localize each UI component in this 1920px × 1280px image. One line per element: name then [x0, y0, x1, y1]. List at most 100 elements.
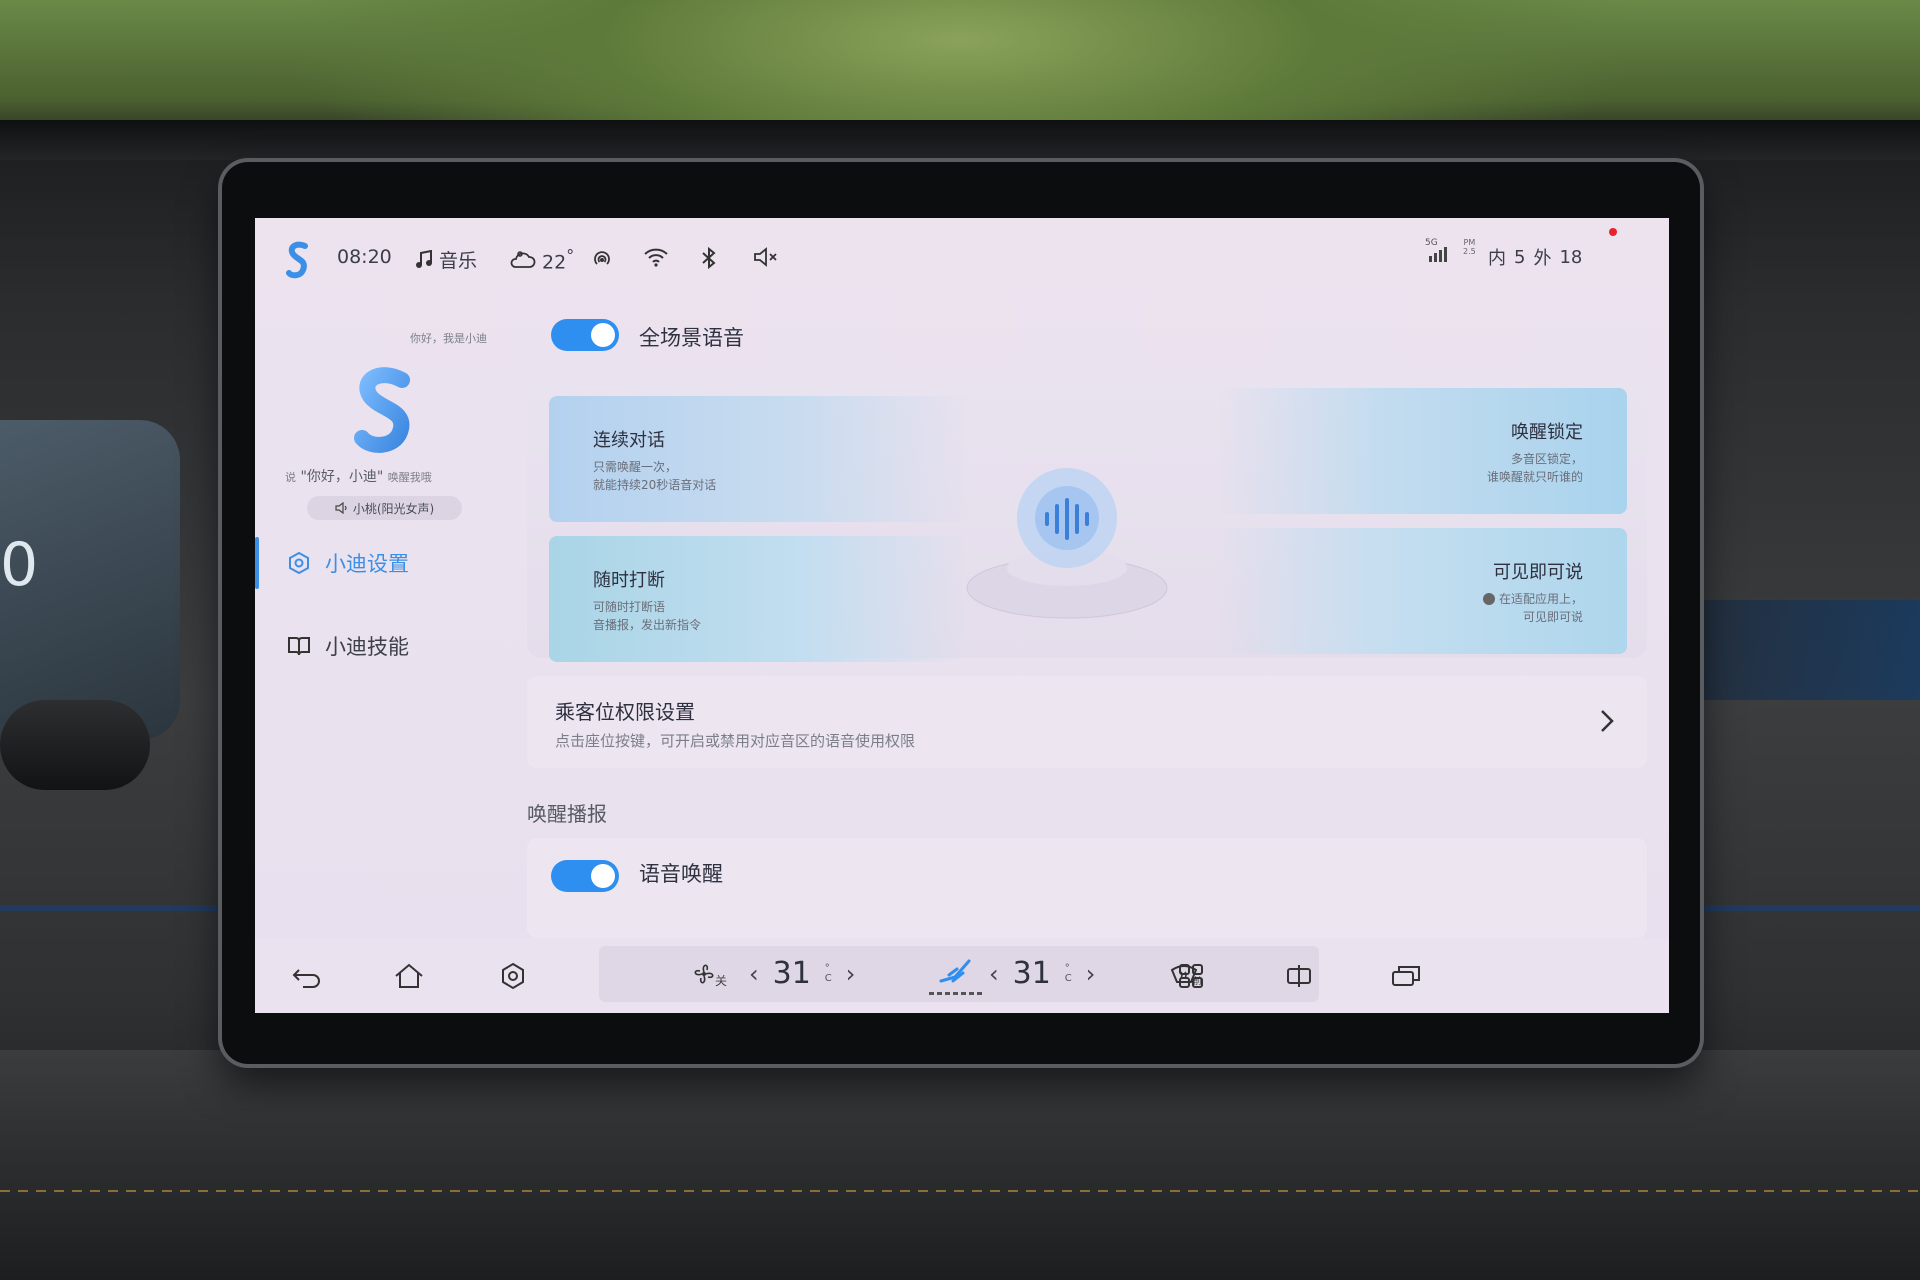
signal-indicator: 5G: [1425, 238, 1451, 264]
dashboard-stitching: [0, 1190, 1920, 1192]
wake-hint: 说 "你好，小迪" 唤醒我哦: [285, 466, 432, 486]
settings-hex-icon: [289, 551, 309, 575]
feature-card-interrupt[interactable]: 随时打断 可随时打断语 音播报，发出新指令: [549, 536, 969, 662]
feature-desc: 可随时打断语 音播报，发出新指令: [593, 598, 701, 634]
seat-heat-indicator: [929, 992, 985, 995]
temp-unit-letter: C: [824, 972, 832, 984]
feature-title: 连续对话: [593, 430, 665, 451]
feature-card-continuous[interactable]: 连续对话 只需唤醒一次， 就能持续20秒语音对话: [549, 396, 969, 522]
feature-desc-line: 只需唤醒一次，: [593, 460, 678, 474]
wifi-icon[interactable]: [643, 246, 669, 268]
multi-window-button[interactable]: [1388, 958, 1424, 994]
dashboard-lower: [0, 1050, 1920, 1280]
voice-wake-toggle[interactable]: [551, 860, 619, 892]
wake-phrase: "你好，小迪": [300, 469, 384, 485]
settings-button[interactable]: [495, 958, 531, 994]
info-icon: [1482, 593, 1495, 605]
passenger-title: 乘客位权限设置: [555, 700, 695, 724]
assistant-greeting: 你好，我是小迪: [410, 332, 487, 345]
home-button[interactable]: [391, 958, 427, 994]
chevron-right-icon: [1601, 710, 1614, 732]
split-screen-button[interactable]: [1281, 958, 1317, 994]
feature-title: 随时打断: [593, 570, 665, 591]
feature-desc-line: 多音区锁定，: [1510, 452, 1583, 466]
nav-label-settings: 小迪设置: [325, 552, 409, 576]
apps-grid-icon: [1179, 964, 1203, 988]
seat-heat-button[interactable]: [934, 954, 980, 990]
fan-button[interactable]: 关: [679, 956, 729, 992]
feature-desc: 多音区锁定， 谁唤醒就只听谁的: [1487, 450, 1583, 486]
split-screen-icon: [1287, 965, 1311, 987]
back-button[interactable]: [289, 958, 325, 994]
temp-decrease-left[interactable]: ‹: [749, 960, 759, 988]
music-shortcut[interactable]: 音乐: [415, 246, 477, 273]
voice-wake-row: 语音唤醒: [527, 838, 1647, 938]
status-bar: 08:20 音乐 22° 5G PM 2.5 内 5 外 18: [255, 218, 1669, 298]
temp-increase-right[interactable]: ›: [1086, 960, 1096, 988]
all-scene-voice-label: 全场景语音: [639, 326, 744, 350]
back-icon: [292, 969, 320, 988]
signal-label: 5G: [1425, 238, 1438, 248]
multi-window-icon: [1392, 966, 1420, 986]
pm-value: 2.5: [1463, 247, 1476, 256]
feature-desc-line: 就能持续20秒语音对话: [593, 478, 717, 492]
dash-ambient-light: [1700, 600, 1920, 700]
weather[interactable]: 22°: [510, 246, 574, 273]
feature-desc: 只需唤醒一次， 就能持续20秒语音对话: [593, 458, 716, 494]
speaker-icon: [335, 502, 347, 514]
bluetooth-icon[interactable]: [700, 246, 718, 270]
temp-unit: ° C: [1064, 962, 1072, 984]
settings-icon: [502, 962, 524, 990]
infotainment-screen: 08:20 音乐 22° 5G PM 2.5 内 5 外 18 你好，我是小迪 …: [255, 218, 1669, 1013]
s-logo-icon[interactable]: [285, 240, 311, 280]
voice-wake-label: 语音唤醒: [639, 862, 723, 886]
weather-temp: 22: [542, 251, 567, 274]
temp-unit-degree: °: [1064, 962, 1070, 974]
clock: 08:20: [337, 246, 392, 268]
toggle-knob: [591, 323, 615, 347]
bottom-dock: 关 ‹ 31 ° C › ‹ 31 ° C › 前: [255, 938, 1669, 1013]
seat-heat-icon: [939, 959, 971, 983]
nav-item-assistant-settings[interactable]: 小迪设置: [255, 533, 495, 593]
feature-title: 可见即可说: [1493, 562, 1583, 583]
feature-desc-line: 在适配应用上，: [1498, 592, 1583, 606]
voice-name: 小桃(阳光女声): [352, 501, 435, 516]
feature-card-see-say[interactable]: 可见即可说 在适配应用上， 可见即可说: [1217, 528, 1627, 654]
nav-item-assistant-skills[interactable]: 小迪技能: [255, 616, 495, 676]
temp-increase-left[interactable]: ›: [846, 960, 856, 988]
assistant-logo-icon[interactable]: [350, 366, 420, 456]
temp-unit: ° C: [824, 963, 832, 984]
all-scene-voice-toggle[interactable]: [551, 319, 619, 351]
signal-icon: 5G: [1425, 238, 1451, 264]
mute-icon[interactable]: [752, 246, 780, 268]
voice-features-panel: 连续对话 只需唤醒一次， 就能持续20秒语音对话 随时打断 可随时打断语 音播报…: [527, 378, 1647, 662]
feature-desc: 在适配应用上， 可见即可说: [1482, 590, 1583, 626]
passenger-permission-row[interactable]: 乘客位权限设置 点击座位按键，可开启或禁用对应音区的语音使用权限: [527, 676, 1647, 768]
feature-desc-line: 可随时打断语: [593, 600, 666, 614]
apps-button[interactable]: [1173, 958, 1209, 994]
steering-stalk: [0, 700, 150, 790]
windshield-frame: [0, 120, 1920, 160]
hotspot-icon[interactable]: [590, 246, 614, 270]
fan-status: 关: [715, 974, 728, 988]
toggle-knob: [591, 864, 615, 888]
passenger-subtitle: 点击座位按键，可开启或禁用对应音区的语音使用权限: [555, 732, 916, 750]
clock-time: 08:20: [337, 246, 392, 268]
temp-decrease-right[interactable]: ‹: [989, 960, 999, 988]
left-temp-control: ‹ 31 ° C ›: [749, 956, 855, 991]
book-icon: [288, 637, 310, 656]
voice-selector[interactable]: 小桃(阳光女声): [307, 496, 462, 520]
feature-desc-row: 在适配应用上，: [1482, 590, 1583, 608]
main-content: 全场景语音 连续对话 只需唤醒一次， 就能持续20秒语音对话 随时打断 可随时打…: [527, 298, 1647, 938]
home-icon: [395, 963, 423, 988]
pm25-indicator: PM 2.5: [1463, 238, 1476, 256]
nav-label-skills: 小迪技能: [325, 635, 409, 659]
inside-label: 内: [1488, 248, 1506, 269]
fan-icon: [694, 964, 714, 984]
left-temp-value: 31: [772, 956, 811, 991]
feature-title: 唤醒锁定: [1511, 422, 1583, 443]
feature-desc-line: 可见即可说: [1522, 610, 1583, 624]
wake-prefix: 说: [285, 471, 296, 484]
feature-card-wake-lock[interactable]: 唤醒锁定 多音区锁定， 谁唤醒就只听谁的: [1217, 388, 1627, 514]
instrument-cluster: 0: [0, 420, 180, 740]
